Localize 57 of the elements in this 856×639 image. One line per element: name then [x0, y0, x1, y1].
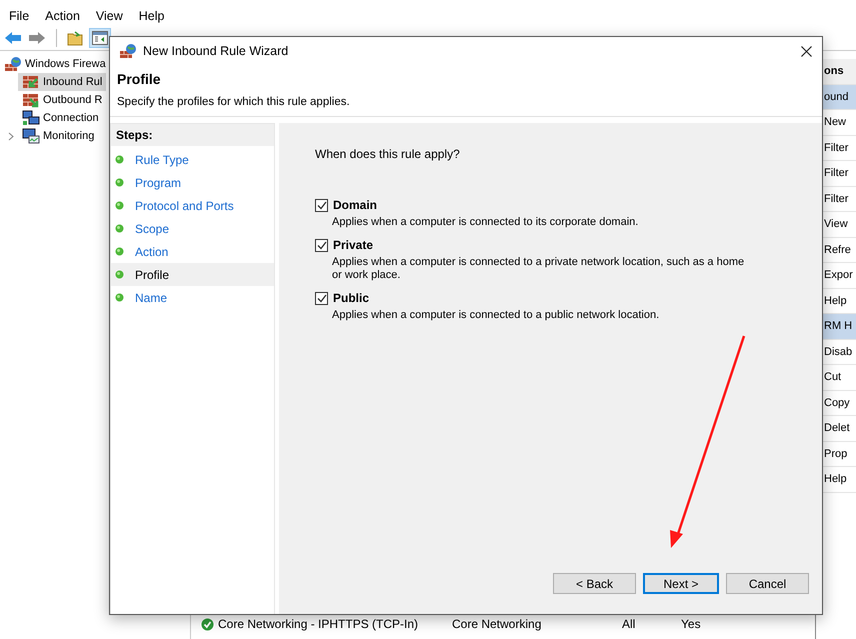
- profile-description: Applies when a computer is connected to a public network location.: [332, 309, 660, 322]
- tree-item[interactable]: Outbound R: [18, 91, 106, 109]
- folder-icon[interactable]: [67, 30, 83, 46]
- table-cell-text: Yes: [681, 617, 702, 631]
- profile-description: Applies when a computer is connected to its corporate domain.: [332, 216, 640, 229]
- pane-toggle-button[interactable]: [89, 28, 111, 48]
- dialog-button[interactable]: < Back: [553, 573, 636, 594]
- tree-item[interactable]: Connection: [18, 109, 103, 127]
- dot-icon: [115, 201, 124, 210]
- globe-wall-icon: [4, 56, 22, 72]
- step-link[interactable]: Protocol and Ports: [111, 194, 274, 217]
- wall-arrow-icon: [22, 74, 40, 90]
- checkmark-icon: [316, 240, 326, 250]
- step-link[interactable]: Name: [111, 286, 274, 309]
- menu-item[interactable]: View: [96, 9, 123, 22]
- dialog-title: New Inbound Rule Wizard: [143, 44, 290, 58]
- forward-arrow-icon[interactable]: [28, 30, 46, 44]
- checkmark-icon: [316, 294, 326, 302]
- menu-item[interactable]: Help: [138, 9, 164, 22]
- profile-checkbox[interactable]: Public: [315, 291, 370, 305]
- menu-item[interactable]: Action: [45, 9, 80, 22]
- page-heading: Profile: [117, 71, 162, 87]
- tree-item[interactable]: Windows Firewa: [0, 55, 110, 73]
- profile-checkbox[interactable]: Domain: [315, 198, 378, 212]
- wall-arrow-icon: [22, 92, 40, 108]
- step-link[interactable]: Rule Type: [111, 148, 274, 171]
- profile-description: Applies when a computer is connected to a private network location, such as a home or work place.: [332, 256, 746, 282]
- back-arrow-icon[interactable]: [4, 30, 22, 44]
- table-cell-text: Core Networking - IPHTTPS (TCP-In): [218, 617, 420, 631]
- table-cell-text: Core Networking: [452, 617, 542, 631]
- dot-icon: [115, 224, 124, 233]
- steps-header: Steps:: [111, 124, 274, 146]
- monitor-icon: [22, 128, 40, 144]
- step-link[interactable]: Program: [111, 171, 274, 194]
- dot-icon: [115, 247, 124, 256]
- computers-icon: [22, 110, 40, 126]
- tree-item[interactable]: Monitoring: [18, 127, 98, 145]
- table-cell-text: All: [622, 617, 636, 631]
- question-text: When does this rule apply?: [315, 147, 461, 161]
- check-circle-icon: [201, 618, 214, 630]
- dot-icon: [115, 178, 124, 187]
- dialog-button[interactable]: Cancel: [726, 573, 809, 594]
- tree-item[interactable]: Inbound Rul: [18, 73, 106, 91]
- dot-icon: [115, 155, 124, 164]
- profile-checkbox[interactable]: Private: [315, 238, 374, 252]
- step-link[interactable]: Profile: [111, 263, 274, 286]
- step-link[interactable]: Scope: [111, 217, 274, 240]
- globe-wall-icon: [119, 43, 137, 59]
- dot-icon: [115, 293, 124, 302]
- step-link[interactable]: Action: [111, 240, 274, 263]
- close-icon[interactable]: [801, 46, 812, 56]
- page-subtitle: Specify the profiles for which this rule applies.: [117, 96, 351, 108]
- menu-item[interactable]: File: [9, 9, 30, 22]
- checkmark-icon: [316, 200, 326, 210]
- dot-icon: [115, 270, 124, 279]
- expand-chevron-icon[interactable]: [8, 132, 14, 140]
- dialog-button[interactable]: Next >: [643, 573, 719, 594]
